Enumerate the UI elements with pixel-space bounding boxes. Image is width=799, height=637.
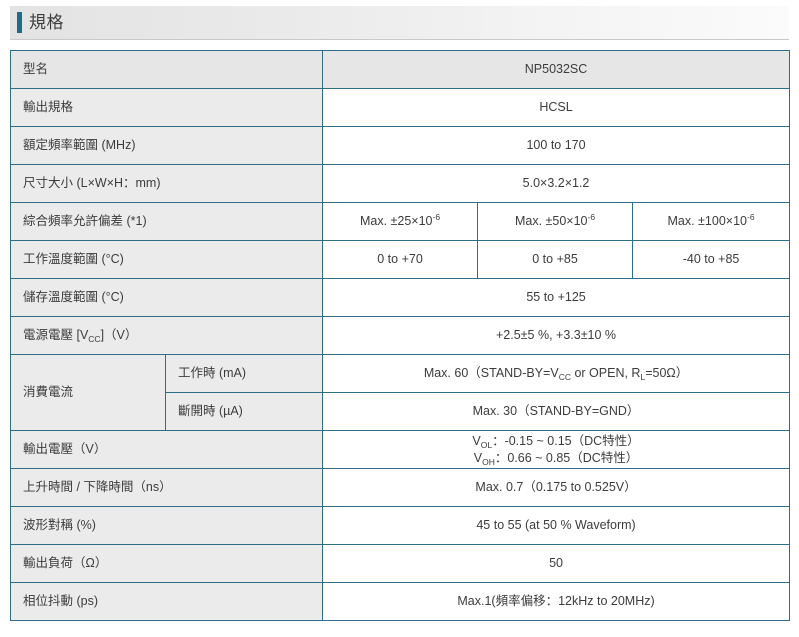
- row-value-frequency-range: 100 to 170: [322, 126, 791, 165]
- table-row: 型名 NP5032SC: [9, 50, 791, 89]
- table-row: 電源電壓 [VCC]（V） +2.5±5 %, +3.3±10 %: [9, 316, 791, 355]
- row-label-operating-temp: 工作溫度範圍 (°C): [9, 240, 324, 279]
- spec-table-wrapper: 型名 NP5032SC 輸出規格 HCSL 額定頻率範圍 (MHz) 100 t…: [9, 50, 791, 621]
- output-voltage-line-2: VOH：0.66 ~ 0.85（DC特性）: [335, 450, 777, 467]
- specification-table: 型名 NP5032SC 輸出規格 HCSL 額定頻率範圍 (MHz) 100 t…: [9, 50, 791, 621]
- row-label-current-consumption: 消費電流: [10, 354, 166, 431]
- row-value-operating-temp-2: 0 to +85: [477, 240, 634, 279]
- row-value-model: NP5032SC: [322, 50, 791, 89]
- row-label-output-spec: 輸出規格: [9, 88, 324, 127]
- table-row: 輸出電壓（V） VOL：-0.15 ~ 0.15（DC特性） VOH：0.66 …: [9, 430, 791, 469]
- row-value-frequency-tolerance-1: Max. ±25×10-6: [322, 202, 479, 241]
- row-label-dimensions: 尺寸大小 (L×W×H：mm): [9, 164, 324, 203]
- row-value-operating-temp-3: -40 to +85: [632, 240, 791, 279]
- row-value-dimensions: 5.0×3.2×1.2: [322, 164, 791, 203]
- table-row: 消費電流 工作時 (mA) Max. 60（STAND-BY=VCC or OP…: [10, 354, 791, 431]
- tolerance-text-3: Max. ±100×10: [667, 214, 747, 229]
- voh-post: ：0.66 ~ 0.85（DC特性）: [494, 450, 639, 465]
- row-label-supply-voltage: 電源電壓 [VCC]（V）: [9, 316, 324, 355]
- row-label-storage-temp: 儲存溫度範圍 (°C): [9, 278, 324, 317]
- row-value-rise-fall-time: Max. 0.7（0.175 to 0.525V）: [322, 468, 791, 507]
- row-label-phase-jitter: 相位抖動 (ps): [9, 582, 324, 621]
- operating-current-part-3: =50Ω）: [645, 366, 689, 381]
- tolerance-text-2: Max. ±50×10: [514, 214, 588, 229]
- row-label-model: 型名: [9, 50, 324, 89]
- row-value-standby-current: Max. 30（STAND-BY=GND）: [322, 392, 791, 431]
- row-sublabel-standby-current: 斷開時 (µA): [164, 392, 324, 431]
- row-value-operating-current: Max. 60（STAND-BY=VCC or OPEN, RL=50Ω）: [322, 354, 791, 393]
- row-value-output-load: 50: [322, 544, 791, 583]
- row-value-frequency-tolerance-2: Max. ±50×10-6: [477, 202, 634, 241]
- row-value-storage-temp: 55 to +125: [322, 278, 791, 317]
- supply-voltage-label-pre: 電源電壓 [V: [23, 328, 89, 343]
- row-label-frequency-tolerance: 綜合頻率允許偏差 (*1): [9, 202, 324, 241]
- table-row: 相位抖動 (ps) Max.1(頻率偏移：12kHz to 20MHz): [9, 582, 791, 621]
- operating-current-sub-2: L: [640, 372, 646, 383]
- row-value-phase-jitter: Max.1(頻率偏移：12kHz to 20MHz): [322, 582, 791, 621]
- table-row: 上升時間 / 下降時間（ns） Max. 0.7（0.175 to 0.525V…: [9, 468, 791, 507]
- operating-current-sub-1: CC: [558, 372, 571, 383]
- supply-voltage-label-post: ]（V）: [100, 328, 138, 343]
- supply-voltage-label-sub: CC: [88, 334, 101, 345]
- table-row: 額定頻率範圍 (MHz) 100 to 170: [9, 126, 791, 165]
- table-row: 工作溫度範圍 (°C) 0 to +70 0 to +85 -40 to +85: [9, 240, 791, 279]
- table-row: 尺寸大小 (L×W×H：mm) 5.0×3.2×1.2: [9, 164, 791, 203]
- row-value-output-voltage: VOL：-0.15 ~ 0.15（DC特性） VOH：0.66 ~ 0.85（D…: [322, 430, 791, 469]
- row-label-symmetry: 波形對稱 (%): [9, 506, 324, 545]
- row-value-symmetry: 45 to 55 (at 50 % Waveform): [322, 506, 791, 545]
- vol-pre: V: [472, 433, 481, 448]
- row-label-frequency-range: 額定頻率範圍 (MHz): [9, 126, 324, 165]
- table-row: 輸出規格 HCSL: [9, 88, 791, 127]
- table-row: 儲存溫度範圍 (°C) 55 to +125: [9, 278, 791, 317]
- table-row: 輸出負荷（Ω） 50: [9, 544, 791, 583]
- tolerance-exponent-2: -6: [587, 212, 596, 223]
- row-value-operating-temp-1: 0 to +70: [322, 240, 479, 279]
- tolerance-exponent-3: -6: [746, 212, 755, 223]
- row-value-output-spec: HCSL: [322, 88, 791, 127]
- operating-current-part-1: Max. 60（STAND-BY=V: [423, 366, 559, 381]
- row-label-output-voltage: 輸出電壓（V）: [9, 430, 324, 469]
- table-row: 綜合頻率允許偏差 (*1) Max. ±25×10-6 Max. ±50×10-…: [9, 202, 791, 241]
- row-sublabel-operating-current: 工作時 (mA): [164, 354, 324, 393]
- tolerance-exponent-1: -6: [432, 212, 441, 223]
- operating-current-part-2: or OPEN, R: [570, 366, 641, 381]
- table-row: 波形對稱 (%) 45 to 55 (at 50 % Waveform): [9, 506, 791, 545]
- vol-sub: OL: [480, 439, 493, 450]
- voh-sub: OH: [482, 456, 495, 467]
- section-accent-bar: [17, 12, 22, 33]
- output-voltage-line-1: VOL：-0.15 ~ 0.15（DC特性）: [335, 433, 777, 450]
- section-header: 規格: [10, 6, 789, 40]
- vol-post: ：-0.15 ~ 0.15（DC特性）: [492, 433, 640, 448]
- row-value-supply-voltage: +2.5±5 %, +3.3±10 %: [322, 316, 791, 355]
- row-value-frequency-tolerance-3: Max. ±100×10-6: [632, 202, 791, 241]
- row-label-rise-fall-time: 上升時間 / 下降時間（ns）: [9, 468, 324, 507]
- row-label-output-load: 輸出負荷（Ω）: [9, 544, 324, 583]
- voh-pre: V: [473, 450, 483, 465]
- tolerance-text-1: Max. ±25×10: [359, 214, 433, 229]
- page-title: 規格: [29, 13, 64, 32]
